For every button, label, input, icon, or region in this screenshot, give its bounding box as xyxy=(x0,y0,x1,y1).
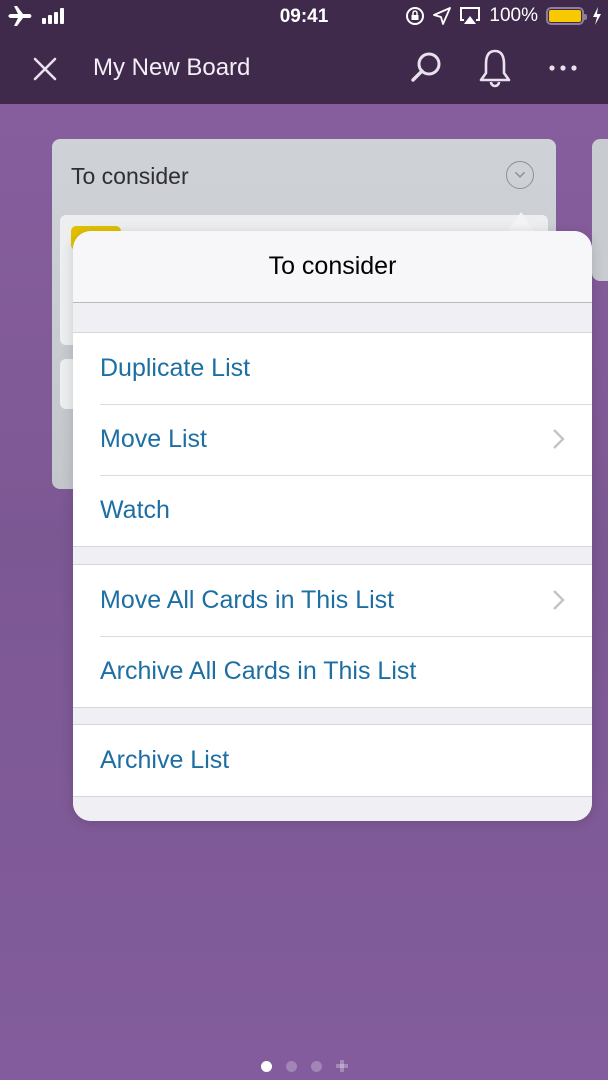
action-group: Archive List xyxy=(73,724,592,797)
chevron-right-icon xyxy=(553,429,565,449)
list-menu-chevron-icon[interactable] xyxy=(506,161,534,189)
move-all-cards-item[interactable]: Move All Cards in This List xyxy=(73,565,592,636)
close-icon[interactable] xyxy=(30,54,60,84)
section-gap xyxy=(73,708,592,724)
menu-item-label: Archive All Cards in This List xyxy=(100,657,417,685)
chevron-right-icon xyxy=(553,590,565,610)
airplay-icon xyxy=(460,7,481,24)
popover-arrow xyxy=(507,212,535,232)
top-bar: 09:41 100% My New Board xyxy=(0,0,608,104)
list-actions-popover: To consider Duplicate List Move List Wat… xyxy=(73,231,592,821)
page-dot-active[interactable] xyxy=(260,1060,272,1072)
popover-footer xyxy=(73,797,592,821)
board-title: My New Board xyxy=(93,54,251,81)
page-dot[interactable] xyxy=(285,1060,297,1072)
add-page-icon[interactable] xyxy=(335,1060,348,1072)
duplicate-list-item[interactable]: Duplicate List xyxy=(73,333,592,404)
action-group: Duplicate List Move List Watch xyxy=(73,332,592,547)
page-indicator xyxy=(0,1060,608,1072)
section-gap xyxy=(73,547,592,564)
search-icon[interactable] xyxy=(408,50,444,86)
charging-icon xyxy=(593,7,601,25)
archive-list-item[interactable]: Archive List xyxy=(73,725,592,796)
location-icon xyxy=(433,7,452,25)
menu-item-label: Move All Cards in This List xyxy=(100,586,395,614)
nav-bar: My New Board xyxy=(0,34,608,104)
next-list[interactable] xyxy=(592,139,608,281)
more-icon[interactable] xyxy=(546,56,580,80)
menu-item-label: Move List xyxy=(100,425,207,453)
watch-item[interactable]: Watch xyxy=(73,475,592,546)
section-gap xyxy=(73,303,592,332)
menu-item-label: Watch xyxy=(100,496,170,524)
menu-item-label: Duplicate List xyxy=(100,354,251,382)
list-title: To consider xyxy=(71,163,189,189)
bell-icon[interactable] xyxy=(476,48,514,88)
rotation-lock-icon xyxy=(406,7,425,25)
move-list-item[interactable]: Move List xyxy=(73,404,592,475)
action-group: Move All Cards in This List Archive All … xyxy=(73,564,592,708)
popover-header: To consider xyxy=(73,231,592,303)
page-dot[interactable] xyxy=(310,1060,322,1072)
popover-title: To consider xyxy=(268,252,397,280)
battery-percent: 100% xyxy=(489,5,538,26)
status-bar: 09:41 100% xyxy=(0,0,608,34)
menu-item-label: Archive List xyxy=(100,746,230,774)
archive-all-cards-item[interactable]: Archive All Cards in This List xyxy=(73,636,592,707)
battery-icon xyxy=(546,7,587,25)
